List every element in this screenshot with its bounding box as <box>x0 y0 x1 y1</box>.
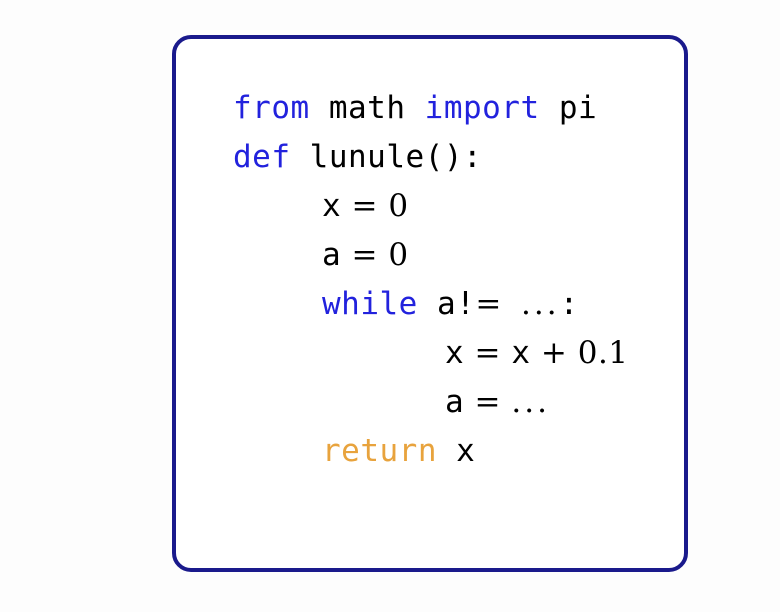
code-listing: from math import pi def lunule(): x = 0a =… <box>233 84 663 476</box>
code-token: ! <box>456 286 476 322</box>
code-token: 0 <box>388 237 409 273</box>
code-token: : <box>559 286 579 322</box>
code-token: x <box>322 188 342 224</box>
code-line: a = ... <box>233 378 663 427</box>
code-token: = <box>341 237 389 273</box>
code-token: x <box>456 433 476 469</box>
code-token: = <box>464 384 512 420</box>
code-token: + <box>530 335 578 371</box>
code-token: = <box>475 286 502 322</box>
code-line: while a!= ...: <box>233 280 663 329</box>
slide-canvas: from math import pi def lunule(): x = 0a =… <box>0 0 780 612</box>
code-token: ... <box>521 286 560 322</box>
code-token: def <box>233 139 291 175</box>
code-token: a <box>445 384 465 420</box>
code-token: 0 <box>388 188 409 224</box>
code-token: math <box>328 90 406 126</box>
code-token: x <box>445 335 465 371</box>
code-token: x <box>511 335 531 371</box>
code-token: = <box>341 188 389 224</box>
code-token: pi <box>558 90 598 126</box>
code-line: a = 0 <box>233 231 663 280</box>
code-line: x = 0 <box>233 182 663 231</box>
code-token: lunule(): <box>309 139 483 175</box>
code-token: import <box>424 90 540 126</box>
code-token: a <box>322 237 342 273</box>
code-token: return <box>322 433 437 469</box>
code-line: return x <box>233 427 663 476</box>
code-line: x = x + 0.1 <box>233 329 663 378</box>
code-token: ... <box>511 384 550 420</box>
code-line: def lunule(): <box>233 133 663 182</box>
code-token: while <box>322 286 418 322</box>
code-token: from <box>233 90 310 126</box>
code-token: = <box>464 335 512 371</box>
code-line: from math import pi <box>233 84 663 133</box>
code-token: a <box>437 286 457 322</box>
code-token: 0.1 <box>577 335 629 371</box>
